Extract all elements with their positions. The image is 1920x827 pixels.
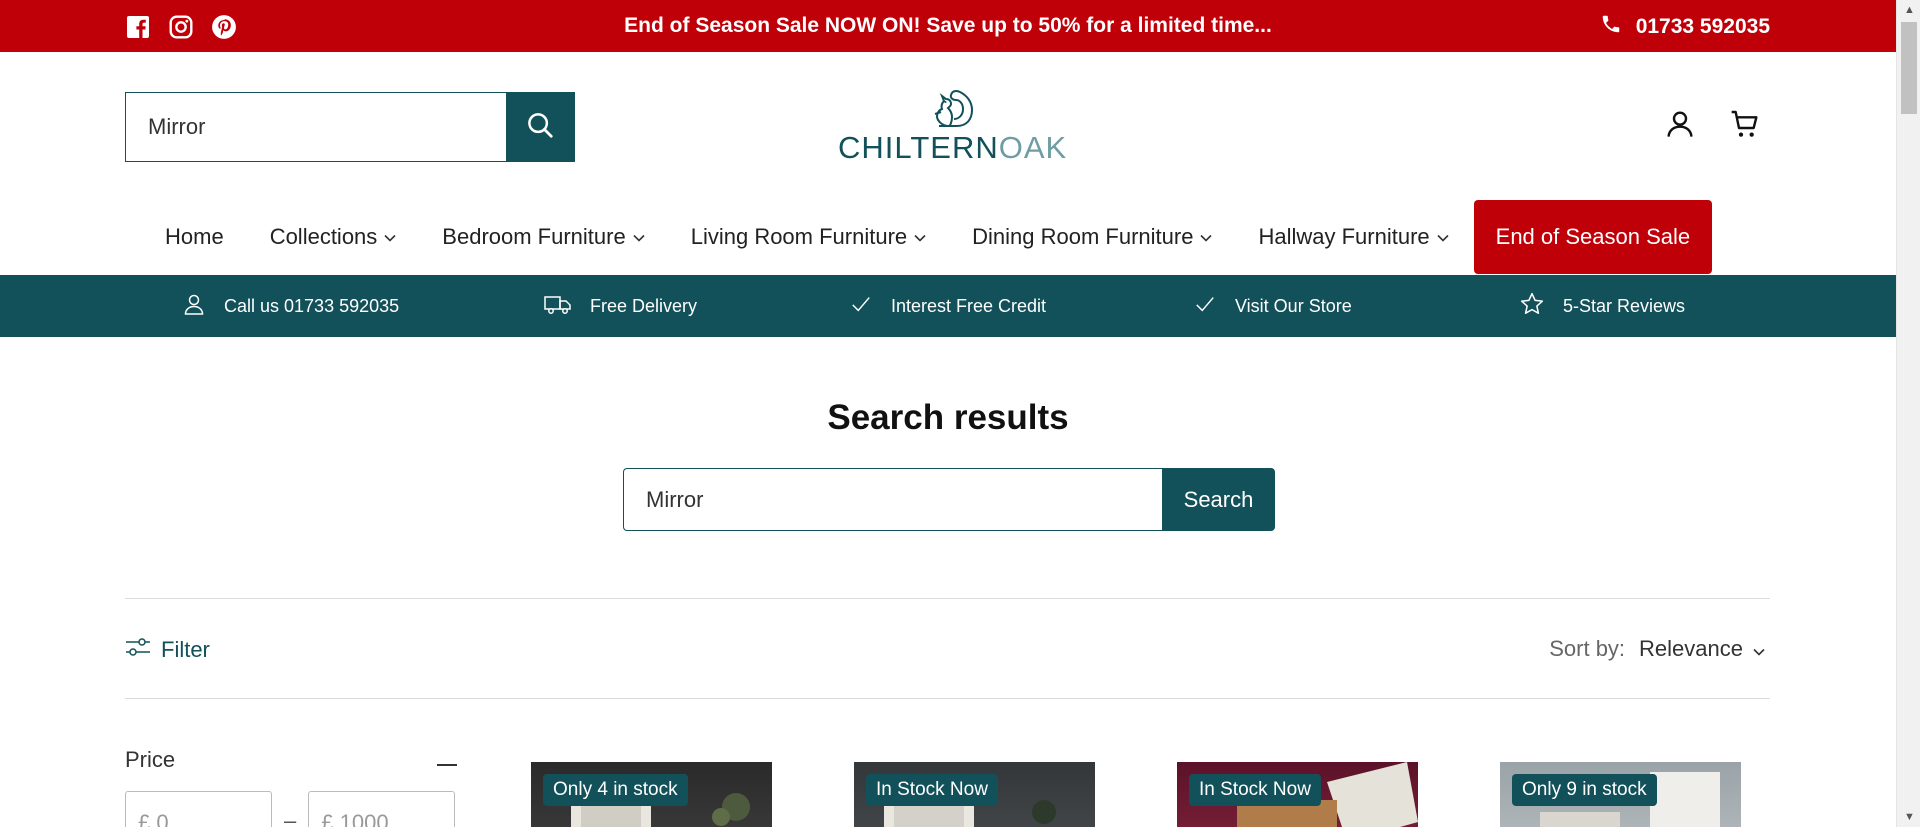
usp-bar: Call us 01733 592035 Free Delivery Inter… xyxy=(0,275,1896,337)
nav-item-label: Living Room Furniture xyxy=(690,224,908,249)
search-input[interactable] xyxy=(623,468,1162,531)
header-search-input[interactable] xyxy=(126,93,506,161)
nav-item-living-room-furniture[interactable]: Living Room Furniture xyxy=(668,224,949,250)
stock-badge: Only 4 in stock xyxy=(543,774,688,806)
usp-item-delivery[interactable]: Free Delivery xyxy=(544,275,697,337)
header-search xyxy=(125,92,575,162)
product-card[interactable]: In Stock Now xyxy=(854,762,1095,827)
product-card[interactable]: Only 4 in stock xyxy=(531,762,772,827)
nav-item-label: Collections xyxy=(269,224,378,249)
sort-select[interactable]: Relevance xyxy=(1639,636,1765,662)
nav-item-hallway-furniture[interactable]: Hallway Furniture xyxy=(1235,224,1471,250)
price-min-placeholder: 0 xyxy=(156,810,169,827)
header-phone-number: 01733 592035 xyxy=(1635,15,1770,38)
check-icon xyxy=(1193,293,1217,320)
page-scrollbar[interactable]: ▲ ▼ xyxy=(1896,0,1920,827)
nav-item-bedroom-furniture[interactable]: Bedroom Furniture xyxy=(419,224,667,250)
product-card[interactable]: Only 9 in stock xyxy=(1500,762,1741,827)
minus-icon xyxy=(437,747,457,773)
nav-item-label: Bedroom Furniture xyxy=(442,224,626,249)
scroll-down-arrow-icon[interactable]: ▼ xyxy=(1904,811,1915,823)
check-icon xyxy=(849,293,873,320)
announcement-bar: End of Season Sale NOW ON! Save up to 50… xyxy=(0,0,1896,52)
chevron-down-icon xyxy=(914,229,926,245)
cart-icon[interactable] xyxy=(1728,108,1762,140)
chevron-down-icon xyxy=(1200,229,1213,245)
site-logo[interactable]: CHILTERNOAK xyxy=(838,82,1066,165)
page-title: Search results xyxy=(827,398,1069,437)
price-filter: Price £ 0 – £ 1000 xyxy=(125,747,457,827)
stock-badge: In Stock Now xyxy=(1189,774,1321,806)
chevron-down-icon xyxy=(1437,229,1449,245)
search-button[interactable]: Search xyxy=(1162,468,1275,531)
usp-item-call[interactable]: Call us 01733 592035 xyxy=(182,275,399,337)
truck-icon xyxy=(544,292,572,321)
usp-label: Free Delivery xyxy=(590,295,698,316)
phone-icon xyxy=(1600,13,1622,41)
search-form: Search xyxy=(623,468,1275,531)
price-filter-header[interactable]: Price xyxy=(125,747,457,773)
usp-item-reviews[interactable]: 5-Star Reviews xyxy=(1519,275,1685,337)
chevron-down-icon xyxy=(384,229,396,245)
scroll-up-arrow-icon[interactable]: ▲ xyxy=(1904,4,1915,16)
logo-wordmark: CHILTERNOAK xyxy=(838,130,1066,165)
account-icon[interactable] xyxy=(1664,108,1696,140)
logo-accent-text: OAK xyxy=(998,130,1068,165)
sort-control: Sort by: Relevance xyxy=(1549,636,1765,662)
usp-label: Call us 01733 592035 xyxy=(224,295,400,316)
usp-item-store[interactable]: Visit Our Store xyxy=(1193,275,1352,337)
nav-item-label: Home xyxy=(165,224,224,249)
search-icon xyxy=(525,110,555,145)
scrollbar-thumb[interactable] xyxy=(1901,22,1917,114)
chevron-down-icon xyxy=(633,229,645,245)
product-card[interactable]: In Stock Now xyxy=(1177,762,1418,827)
price-filter-label: Price xyxy=(125,747,176,772)
usp-label: Visit Our Store xyxy=(1235,295,1352,316)
stock-badge: In Stock Now xyxy=(866,774,998,806)
sort-value: Relevance xyxy=(1639,636,1743,661)
filter-toggle[interactable]: Filter xyxy=(125,636,210,664)
nav-item-label: Hallway Furniture xyxy=(1258,224,1430,249)
price-max-input[interactable]: £ 1000 xyxy=(308,791,456,827)
star-icon xyxy=(1519,291,1545,322)
nav-item-home[interactable]: Home xyxy=(142,224,247,250)
price-max-placeholder: 1000 xyxy=(339,810,389,827)
stock-badge: Only 9 in stock xyxy=(1512,774,1657,806)
currency-symbol: £ xyxy=(138,810,151,827)
divider xyxy=(125,698,1770,699)
nav-item-sale[interactable]: End of Season Sale xyxy=(1473,200,1713,274)
main-navigation: Home Collections Bedroom Furniture Livin… xyxy=(142,200,1713,274)
filter-label: Filter xyxy=(161,637,210,662)
chevron-down-icon xyxy=(1753,636,1765,662)
nav-item-dining-room-furniture[interactable]: Dining Room Furniture xyxy=(949,224,1235,250)
usp-item-credit[interactable]: Interest Free Credit xyxy=(849,275,1046,337)
currency-symbol: £ xyxy=(321,810,334,827)
person-icon xyxy=(182,291,206,322)
range-separator: – xyxy=(284,808,297,827)
product-grid: Only 4 in stock In Stock Now In Stock No… xyxy=(531,762,1741,827)
nav-item-collections[interactable]: Collections xyxy=(247,224,420,250)
filter-sliders-icon xyxy=(125,636,151,664)
divider xyxy=(125,598,1770,599)
logo-main-text: CHILTERN xyxy=(838,130,999,165)
price-min-input[interactable]: £ 0 xyxy=(125,791,272,827)
squirrel-logo-icon xyxy=(838,82,1056,133)
header-actions xyxy=(1664,108,1762,140)
header-search-button[interactable] xyxy=(506,93,574,161)
price-range-inputs: £ 0 – £ 1000 xyxy=(125,791,456,827)
nav-item-label: Dining Room Furniture xyxy=(972,224,1194,249)
usp-label: 5-Star Reviews xyxy=(1563,295,1686,316)
usp-label: Interest Free Credit xyxy=(891,295,1047,316)
header-phone[interactable]: 01733 592035 xyxy=(1600,13,1770,41)
sort-label: Sort by: xyxy=(1549,636,1626,661)
